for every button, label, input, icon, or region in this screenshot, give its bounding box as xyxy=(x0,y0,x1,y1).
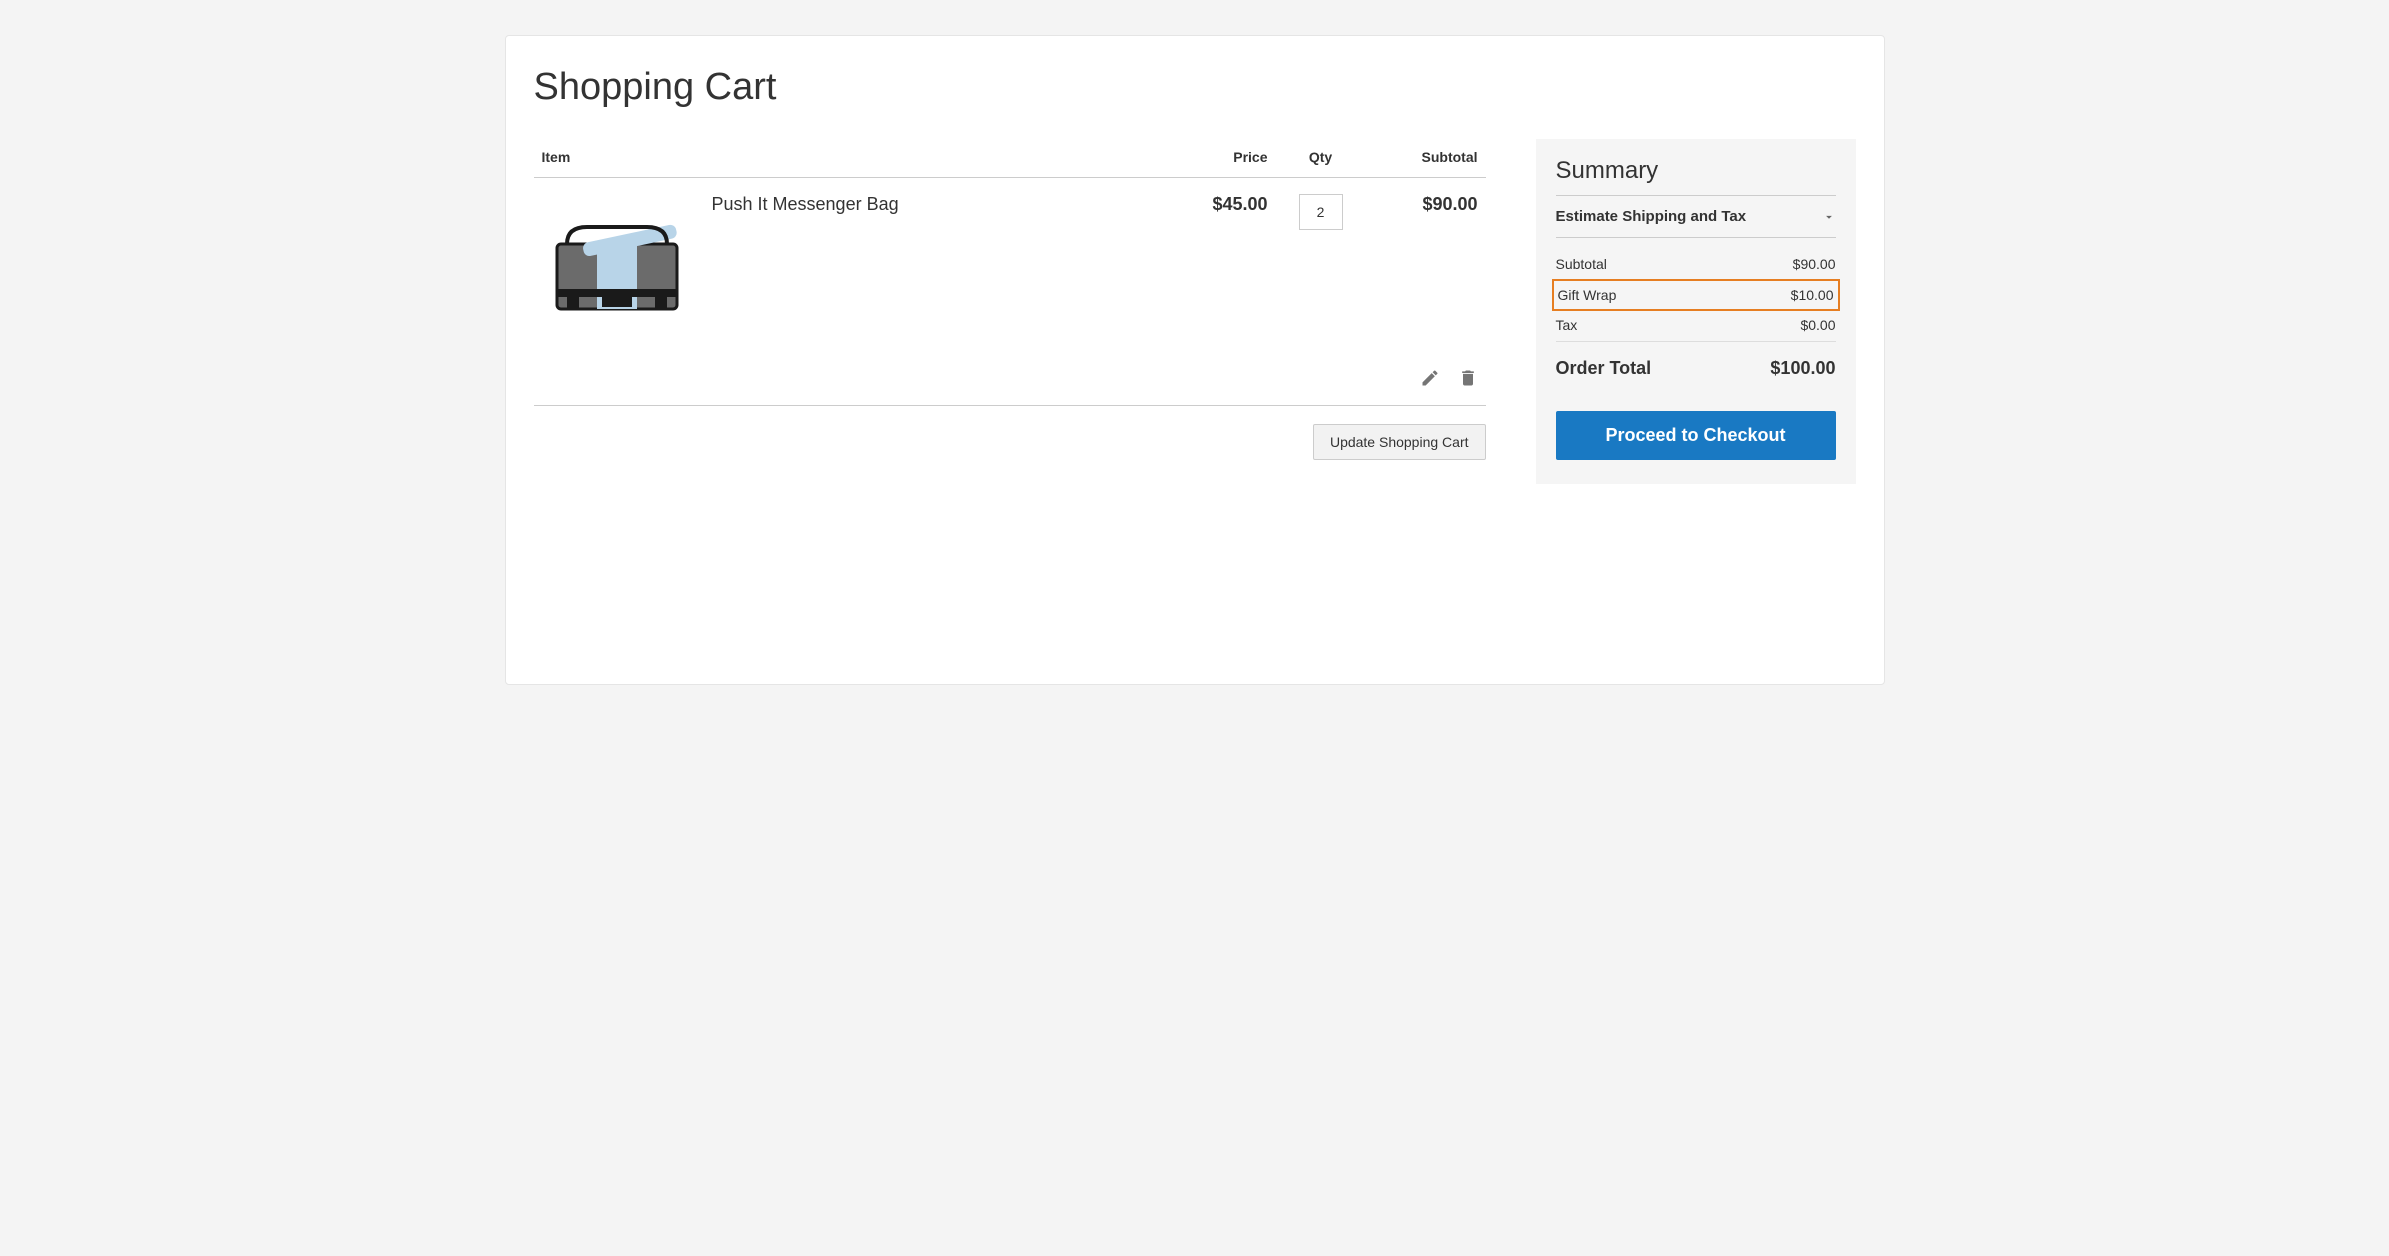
update-cart-button[interactable]: Update Shopping Cart xyxy=(1313,424,1486,460)
item-price-cell: $45.00 xyxy=(1166,178,1276,361)
trash-icon xyxy=(1458,368,1478,388)
tax-value: $0.00 xyxy=(1800,317,1835,333)
cart-main: Item Price Qty Subtotal xyxy=(534,139,1486,460)
qty-input[interactable] xyxy=(1299,194,1343,230)
content-row: Item Price Qty Subtotal xyxy=(534,139,1856,484)
ordertotal-value: $100.00 xyxy=(1770,358,1835,379)
cart-table: Item Price Qty Subtotal xyxy=(534,139,1486,406)
item-price: $45.00 xyxy=(1174,194,1268,215)
tax-row: Tax $0.00 xyxy=(1556,309,1836,342)
ordertotal-label: Order Total xyxy=(1556,358,1652,379)
giftwrap-row: Gift Wrap $10.00 xyxy=(1552,279,1840,311)
pencil-icon xyxy=(1420,368,1440,388)
summary-panel: Summary Estimate Shipping and Tax Subtot… xyxy=(1536,139,1856,484)
item-image-cell xyxy=(534,178,704,361)
product-name[interactable]: Push It Messenger Bag xyxy=(712,194,1158,215)
product-image[interactable] xyxy=(542,194,692,344)
item-subtotal-cell: $90.00 xyxy=(1366,178,1486,361)
item-actions-row xyxy=(534,360,1486,406)
chevron-down-icon xyxy=(1822,210,1836,224)
summary-title: Summary xyxy=(1556,157,1836,196)
header-qty: Qty xyxy=(1276,139,1366,178)
page-title: Shopping Cart xyxy=(534,66,1856,109)
messenger-bag-icon xyxy=(547,219,687,319)
estimate-shipping-toggle[interactable]: Estimate Shipping and Tax xyxy=(1556,196,1836,238)
header-price: Price xyxy=(1166,139,1276,178)
delete-item-button[interactable] xyxy=(1458,368,1478,391)
giftwrap-label: Gift Wrap xyxy=(1558,287,1617,303)
item-name-cell: Push It Messenger Bag xyxy=(704,178,1166,361)
tax-label: Tax xyxy=(1556,317,1578,333)
table-row: Push It Messenger Bag $45.00 $90.00 xyxy=(534,178,1486,361)
edit-item-button[interactable] xyxy=(1420,368,1440,391)
proceed-checkout-button[interactable]: Proceed to Checkout xyxy=(1556,411,1836,460)
estimate-label: Estimate Shipping and Tax xyxy=(1556,208,1747,225)
header-subtotal: Subtotal xyxy=(1366,139,1486,178)
subtotal-row: Subtotal $90.00 xyxy=(1556,248,1836,281)
order-total-row: Order Total $100.00 xyxy=(1556,342,1836,387)
subtotal-label: Subtotal xyxy=(1556,256,1607,272)
giftwrap-value: $10.00 xyxy=(1791,287,1834,303)
update-cart-wrap: Update Shopping Cart xyxy=(534,424,1486,460)
item-subtotal: $90.00 xyxy=(1374,194,1478,215)
item-qty-cell xyxy=(1276,178,1366,361)
subtotal-value: $90.00 xyxy=(1793,256,1836,272)
totals-block: Subtotal $90.00 Gift Wrap $10.00 Tax $0.… xyxy=(1556,238,1836,387)
header-item: Item xyxy=(534,139,1166,178)
cart-page: Shopping Cart Item Price Qty Subtotal xyxy=(505,35,1885,685)
